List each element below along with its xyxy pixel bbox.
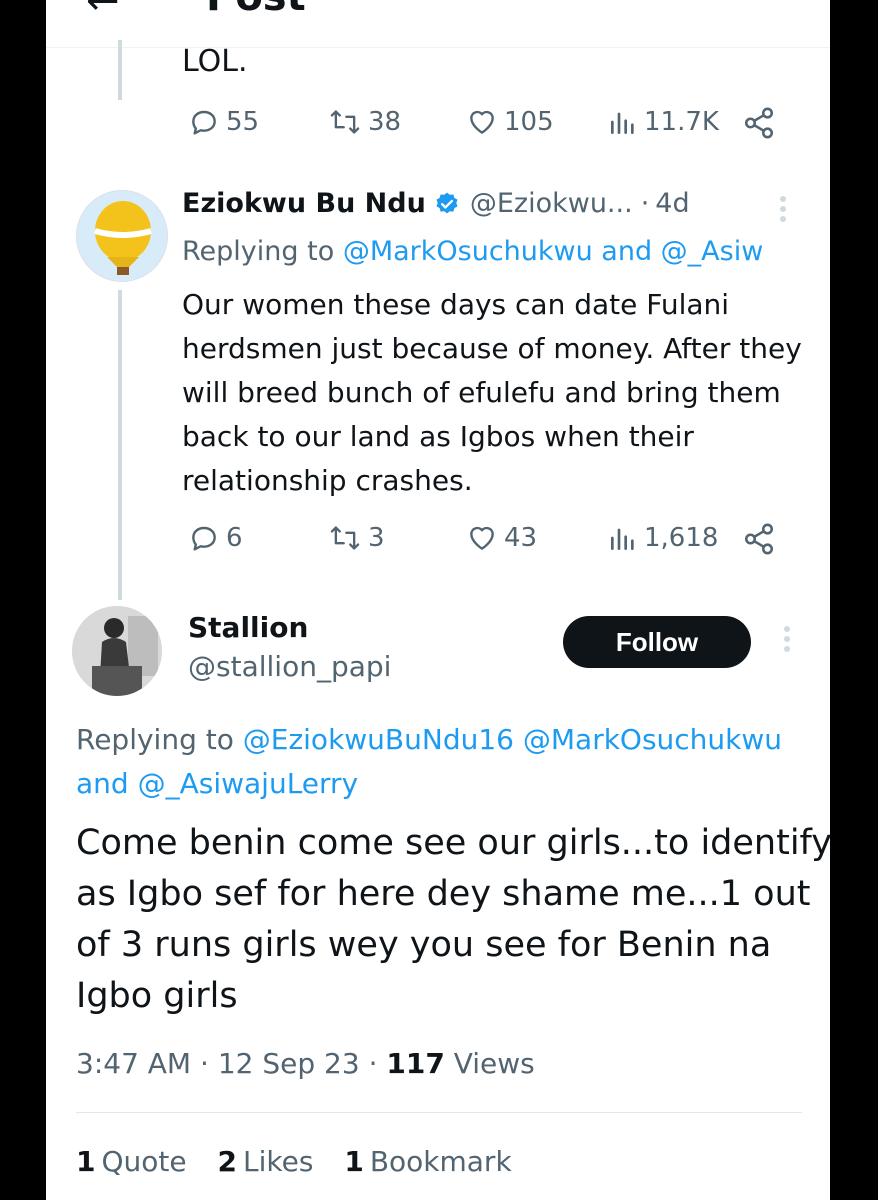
reply-tweet-actions: 6 3 43 1,618: [182, 522, 782, 562]
quotes-count: 1: [76, 1145, 96, 1178]
views-icon: [611, 528, 634, 550]
share-button[interactable]: [742, 522, 776, 556]
share-icon: [744, 107, 774, 139]
replying-to-mentions[interactable]: @EziokwuBuNdu16 @MarkOsuchukwu: [243, 723, 782, 756]
replying-to-prefix: Replying to: [182, 236, 335, 267]
views-icon: [611, 112, 634, 134]
post-date[interactable]: 12 Sep 23: [218, 1047, 360, 1080]
bookmarks-count: 1: [344, 1145, 364, 1178]
quotes-stat[interactable]: 1 Quote: [76, 1145, 187, 1178]
views-count: 11.7K: [644, 107, 719, 137]
replying-to: Replying to @EziokwuBuNdu16 @MarkOsuchuk…: [76, 718, 830, 806]
profile-photo-image: [72, 606, 162, 696]
page-title: Post: [206, 0, 306, 20]
bookmarks-stat[interactable]: 1 Bookmark: [344, 1145, 511, 1178]
separator-dot: ·: [368, 1047, 378, 1080]
avatar[interactable]: [76, 190, 168, 282]
like-count: 105: [504, 107, 554, 137]
views-button[interactable]: 11.7K: [608, 106, 719, 138]
page-header: ← Post: [46, 0, 830, 48]
reply-button[interactable]: 6: [188, 522, 243, 554]
author-handle[interactable]: @stallion_papi: [188, 650, 391, 683]
more-options-icon[interactable]: [784, 622, 790, 656]
views-button[interactable]: 1,618: [608, 522, 718, 554]
post-meta: 3:47 AM · 12 Sep 23 · 117 Views: [76, 1047, 535, 1080]
repost-icon: [330, 110, 360, 134]
reply-icon: [192, 110, 216, 135]
thread-line: [118, 290, 122, 600]
views-label: Views: [453, 1047, 535, 1080]
share-icon: [744, 523, 774, 555]
like-button[interactable]: 43: [466, 522, 537, 554]
repost-count: 38: [368, 107, 402, 137]
repost-button[interactable]: 38: [328, 106, 401, 138]
bookmarks-label: Bookmark: [369, 1145, 512, 1178]
heart-icon: [470, 526, 494, 550]
likes-stat[interactable]: 2 Likes: [218, 1145, 314, 1178]
likes-label: Likes: [243, 1145, 314, 1178]
post-time[interactable]: 3:47 AM: [76, 1047, 191, 1080]
thread-line: [118, 40, 122, 100]
replying-to-prefix: Replying to: [76, 723, 234, 756]
separator-dot: ·: [200, 1047, 209, 1080]
repost-count: 3: [368, 523, 385, 553]
repost-button[interactable]: 3: [328, 522, 385, 554]
engagement-stats: 1 Quote 2 Likes 1 Bookmark: [76, 1145, 534, 1178]
prev-tweet-text: LOL.: [182, 44, 248, 79]
follow-button[interactable]: Follow: [563, 616, 751, 668]
replying-to-mention[interactable]: @_AsiwajuLerry: [138, 767, 359, 800]
verified-badge-icon: [436, 192, 458, 213]
avatar[interactable]: [72, 606, 162, 696]
author-name[interactable]: Eziokwu Bu Ndu: [182, 188, 426, 219]
share-button[interactable]: [742, 106, 776, 140]
author-handle[interactable]: @Eziokwu...: [470, 188, 633, 219]
quotes-label: Quote: [101, 1145, 187, 1178]
heart-icon: [470, 110, 494, 134]
replying-to: Replying to @MarkOsuchukwu and @_Asiw: [182, 236, 830, 267]
reply-count: 55: [226, 107, 260, 137]
views-count: 1,618: [644, 523, 719, 553]
like-count: 43: [504, 523, 538, 553]
tweet-text: Our women these days can date Fulani her…: [182, 288, 802, 497]
separator-dot: ·: [640, 188, 650, 219]
reply-count: 6: [226, 523, 243, 553]
author-name[interactable]: Stallion: [188, 611, 308, 644]
repost-icon: [330, 526, 360, 550]
post-page: ← Post LOL. 55 38 105 11.7K: [46, 0, 830, 1200]
reply-icon: [192, 526, 216, 551]
divider: [76, 1112, 802, 1113]
post-age[interactable]: 4d: [655, 188, 689, 219]
more-options-icon[interactable]: [780, 192, 786, 226]
likes-count: 2: [217, 1145, 237, 1178]
reply-button[interactable]: 55: [188, 106, 259, 138]
hot-air-balloon-image: [77, 191, 167, 281]
tweet-text: Come benin come see our girls...to ident…: [76, 823, 830, 1016]
prev-tweet-actions: 55 38 105 11.7K: [182, 106, 782, 146]
replying-to-and: and: [76, 767, 129, 800]
views-count: 117: [386, 1047, 445, 1080]
right-edge-bar: [830, 0, 878, 1200]
reply-tweet-header: Eziokwu Bu Ndu @Eziokwu... · 4d: [182, 188, 690, 219]
replying-to-mentions[interactable]: @MarkOsuchukwu and @_Asiw: [343, 236, 764, 267]
like-button[interactable]: 105: [466, 106, 554, 138]
arrow-left-icon[interactable]: ←: [86, 0, 120, 24]
